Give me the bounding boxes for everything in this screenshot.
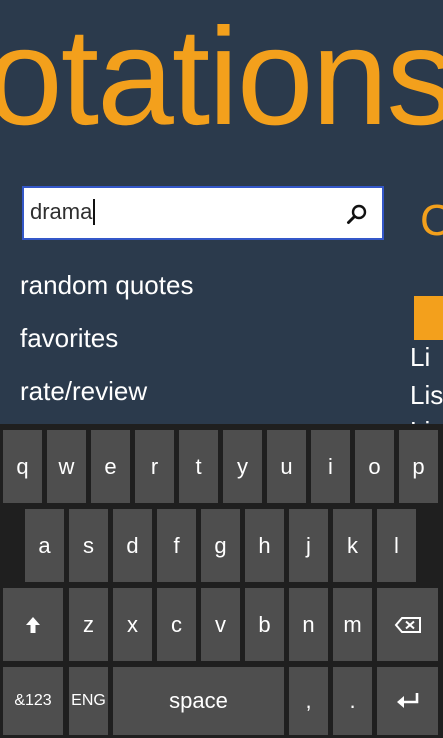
- key-m[interactable]: m: [333, 588, 372, 661]
- comma-key[interactable]: ,: [289, 667, 328, 735]
- key-s[interactable]: s: [69, 509, 108, 582]
- next-panel-heading: C: [420, 196, 443, 245]
- shift-key[interactable]: [3, 588, 63, 661]
- app-title: otations: [0, 0, 443, 154]
- key-a[interactable]: a: [25, 509, 64, 582]
- key-v[interactable]: v: [201, 588, 240, 661]
- key-z[interactable]: z: [69, 588, 108, 661]
- search-value: drama: [30, 199, 93, 224]
- key-n[interactable]: n: [289, 588, 328, 661]
- next-panel-line: Li: [410, 342, 431, 372]
- space-key[interactable]: space: [113, 667, 284, 735]
- search-field-text: drama: [30, 199, 96, 225]
- language-key[interactable]: ENG: [69, 667, 108, 735]
- key-i[interactable]: i: [311, 430, 350, 503]
- key-q[interactable]: q: [3, 430, 42, 503]
- symbols-key[interactable]: &123: [3, 667, 63, 735]
- menu-item-rate-review[interactable]: rate/review: [20, 376, 147, 407]
- period-key[interactable]: .: [333, 667, 372, 735]
- key-k[interactable]: k: [333, 509, 372, 582]
- key-d[interactable]: d: [113, 509, 152, 582]
- backspace-key[interactable]: [377, 588, 438, 661]
- key-t[interactable]: t: [179, 430, 218, 503]
- key-f[interactable]: f: [157, 509, 196, 582]
- key-b[interactable]: b: [245, 588, 284, 661]
- text-caret: [93, 199, 96, 225]
- key-g[interactable]: g: [201, 509, 240, 582]
- key-e[interactable]: e: [91, 430, 130, 503]
- next-panel-tile[interactable]: [414, 296, 443, 340]
- menu-item-random-quotes[interactable]: random quotes: [20, 270, 193, 301]
- backspace-icon: [394, 616, 421, 633]
- key-h[interactable]: h: [245, 509, 284, 582]
- on-screen-keyboard: q w e r t y u i o p a s d f g h j k l z …: [0, 424, 443, 738]
- key-c[interactable]: c: [157, 588, 196, 661]
- enter-icon: [396, 693, 418, 708]
- shift-arrow-icon: [26, 616, 40, 633]
- key-l[interactable]: l: [377, 509, 416, 582]
- enter-key[interactable]: [377, 667, 438, 735]
- search-icon[interactable]: [346, 203, 368, 225]
- key-r[interactable]: r: [135, 430, 174, 503]
- key-y[interactable]: y: [223, 430, 262, 503]
- search-input[interactable]: drama: [22, 186, 384, 240]
- key-u[interactable]: u: [267, 430, 306, 503]
- key-x[interactable]: x: [113, 588, 152, 661]
- key-w[interactable]: w: [47, 430, 86, 503]
- next-panel-line: Lis: [410, 380, 443, 410]
- key-p[interactable]: p: [399, 430, 438, 503]
- key-o[interactable]: o: [355, 430, 394, 503]
- key-j[interactable]: j: [289, 509, 328, 582]
- app-screen: otations drama random quotes favorites r…: [0, 0, 443, 424]
- next-panel-line: Li: [410, 416, 430, 424]
- menu-item-favorites[interactable]: favorites: [20, 323, 118, 354]
